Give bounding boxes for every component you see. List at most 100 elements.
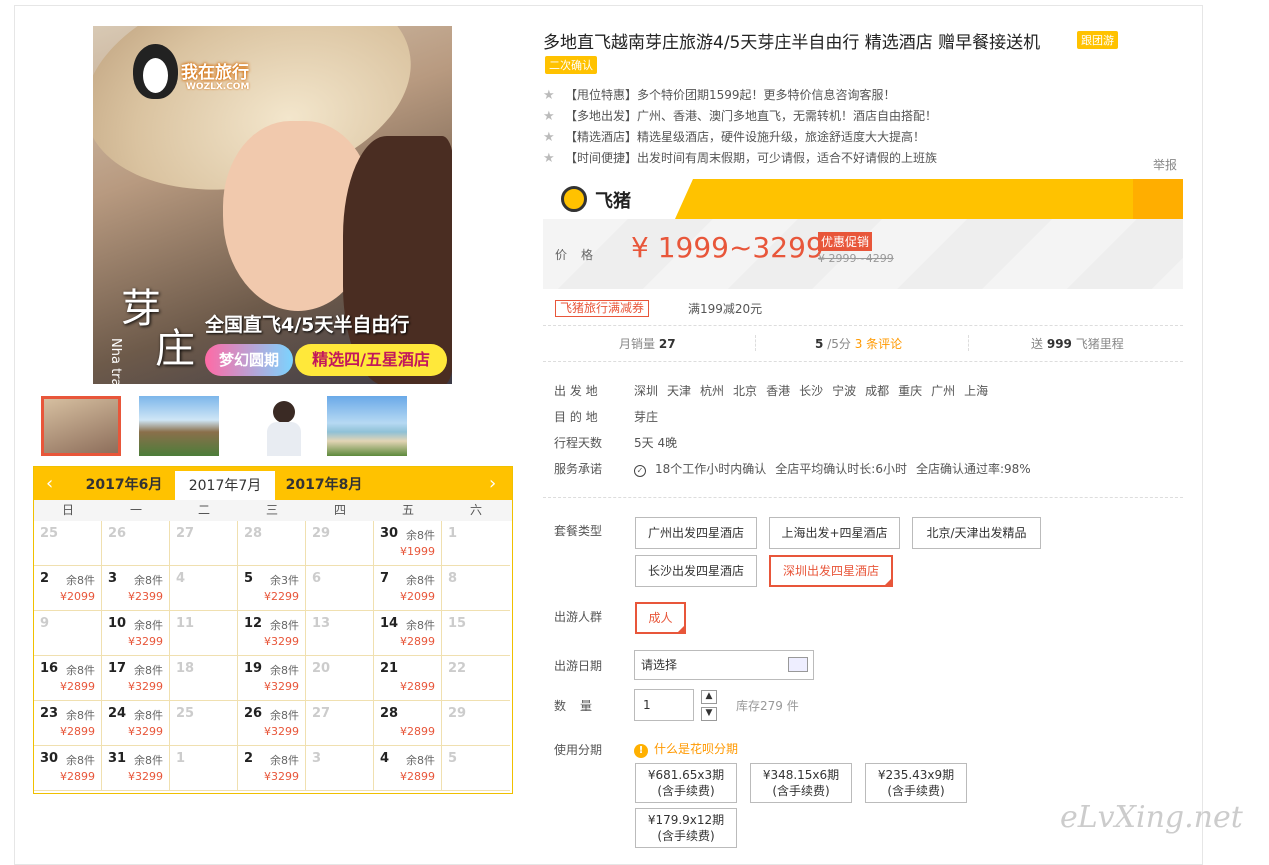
- calendar-day[interactable]: 3 余8件 ¥2399: [102, 566, 170, 611]
- price-value: ¥ 1999~3299: [631, 231, 824, 264]
- huabei-link[interactable]: ! 什么是花呗分期: [634, 740, 738, 758]
- installment-option-1[interactable]: ¥681.65x3期 (含手续费): [635, 763, 737, 803]
- thumbnail-1[interactable]: [41, 396, 121, 456]
- day-price: ¥2899: [60, 770, 95, 783]
- calendar-day[interactable]: 23 余8件 ¥2899: [34, 701, 102, 746]
- image-sub: 精选四/五星酒店: [295, 344, 447, 376]
- day-number: 19: [244, 661, 263, 676]
- image-en: Nha trang: [108, 338, 123, 384]
- day-number: 2: [40, 571, 50, 586]
- calendar-day: 1: [170, 746, 238, 791]
- qty-label: 数量: [554, 699, 607, 713]
- depart-city: 重庆: [898, 384, 923, 398]
- calendar-day[interactable]: 10 余8件 ¥3299: [102, 611, 170, 656]
- date-input[interactable]: 请选择: [634, 650, 814, 680]
- image-badge: 梦幻圆期: [205, 344, 293, 376]
- calendar-day[interactable]: 19 余8件 ¥3299: [238, 656, 306, 701]
- day-price: ¥2899: [400, 680, 435, 693]
- review-link[interactable]: 3 条评论: [855, 337, 902, 351]
- month-tab-2[interactable]: 2017年7月: [175, 471, 275, 500]
- day-price: ¥2899: [60, 680, 95, 693]
- dest-label: 目 的 地: [554, 410, 598, 424]
- installment-option-3[interactable]: ¥235.43x9期 (含手续费): [865, 763, 967, 803]
- calendar-day[interactable]: 12 余8件 ¥3299: [238, 611, 306, 656]
- installment-option-2[interactable]: ¥348.15x6期 (含手续费): [750, 763, 852, 803]
- day-number: 7: [380, 571, 390, 586]
- qty-up-icon[interactable]: ▲: [701, 690, 717, 704]
- calendar-day[interactable]: 31 余8件 ¥3299: [102, 746, 170, 791]
- calendar-day[interactable]: 17 余8件 ¥3299: [102, 656, 170, 701]
- package-label: 套餐类型: [554, 524, 603, 538]
- day-number: 24: [108, 706, 127, 721]
- day-number: 13: [312, 616, 331, 631]
- depart-city: 北京: [733, 384, 758, 398]
- calendar-day[interactable]: 21 ¥2899: [374, 656, 442, 701]
- product-title: 多地直飞越南芽庄旅游4/5天芽庄半自由行 精选酒店 赠早餐接送机: [543, 33, 1041, 53]
- calendar-day[interactable]: 14 余8件 ¥2899: [374, 611, 442, 656]
- day-price: ¥3299: [264, 770, 299, 783]
- calendar-day[interactable]: 30 余8件 ¥2899: [34, 746, 102, 791]
- day-number: 21: [380, 661, 399, 676]
- qty-down-icon[interactable]: ▼: [701, 707, 717, 721]
- weekday-label: 六: [469, 503, 482, 517]
- calendar-day[interactable]: 2 余8件 ¥2099: [34, 566, 102, 611]
- feature-item: ★ 【甩位特惠】多个特价团期1599起！更多特价信息咨询客服！: [543, 88, 896, 103]
- quantity-input[interactable]: 1: [634, 689, 694, 721]
- weekday-label: 四: [333, 503, 346, 517]
- day-number: 1: [448, 526, 458, 541]
- next-month-icon[interactable]: ›: [489, 473, 496, 494]
- day-price: ¥3299: [264, 725, 299, 738]
- miles-value: 999: [1046, 337, 1072, 351]
- thumbnail-3[interactable]: [245, 396, 325, 456]
- calendar-day[interactable]: 28 ¥2899: [374, 701, 442, 746]
- calendar-day[interactable]: 24 余8件 ¥3299: [102, 701, 170, 746]
- installment-option-4[interactable]: ¥179.9x12期 (含手续费): [635, 808, 737, 848]
- calendar-day: 5: [442, 746, 510, 791]
- coupon-desc: 满199减20元: [688, 302, 763, 316]
- package-option-1[interactable]: 广州出发四星酒店: [635, 517, 757, 549]
- calendar-day[interactable]: 2 余8件 ¥3299: [238, 746, 306, 791]
- thumbnail-4[interactable]: [327, 396, 407, 456]
- calendar-day: 28: [238, 521, 306, 566]
- depart-city: 宁波: [832, 384, 857, 398]
- calendar-day: 22: [442, 656, 510, 701]
- calendar-day: 27: [306, 701, 374, 746]
- install-label: 使用分期: [554, 743, 603, 757]
- calendar-icon[interactable]: [788, 657, 808, 672]
- calendar-day[interactable]: 5 余3件 ¥2299: [238, 566, 306, 611]
- promo-badge: 优惠促销: [818, 232, 873, 251]
- day-stock: 余8件: [406, 619, 435, 632]
- day-number: 2: [244, 751, 254, 766]
- month-tab-3[interactable]: 2017年8月: [274, 467, 374, 500]
- day-number: 29: [312, 526, 331, 541]
- prev-month-icon[interactable]: ‹: [46, 473, 53, 494]
- calendar-day[interactable]: 7 余8件 ¥2099: [374, 566, 442, 611]
- day-number: 3: [312, 751, 322, 766]
- day-number: 14: [380, 616, 399, 631]
- depart-city: 成都: [865, 384, 890, 398]
- day-number: 27: [176, 526, 195, 541]
- calendar-day[interactable]: 26 余8件 ¥3299: [238, 701, 306, 746]
- package-option-5[interactable]: 深圳出发四星酒店: [769, 555, 893, 587]
- day-price: ¥2099: [400, 590, 435, 603]
- calendar-day[interactable]: 4 余8件 ¥2899: [374, 746, 442, 791]
- group-option-adult[interactable]: 成人: [635, 602, 686, 634]
- thumbnail-strip: [41, 394, 421, 460]
- calendar-day: 18: [170, 656, 238, 701]
- package-option-3[interactable]: 北京/天津出发精品: [912, 517, 1041, 549]
- calendar-day[interactable]: 16 余8件 ¥2899: [34, 656, 102, 701]
- calendar-day[interactable]: 30 余8件 ¥1999: [374, 521, 442, 566]
- day-price: ¥2399: [128, 590, 163, 603]
- coupon-badge[interactable]: 飞猪旅行满减券: [555, 300, 650, 317]
- day-number: 4: [176, 571, 186, 586]
- weekday-label: 日: [61, 503, 74, 517]
- thumbnail-2[interactable]: [139, 396, 219, 456]
- package-option-2[interactable]: 上海出发+四星酒店: [769, 517, 900, 549]
- logo-sub: WOZLX.COM: [186, 82, 250, 92]
- confirm-tag: 二次确认: [545, 56, 597, 74]
- check-icon: ✓: [634, 465, 646, 477]
- month-tab-1[interactable]: 2017年6月: [74, 467, 174, 500]
- day-stock: 余8件: [66, 709, 95, 722]
- report-link[interactable]: 举报: [1153, 156, 1177, 173]
- package-option-4[interactable]: 长沙出发四星酒店: [635, 555, 757, 587]
